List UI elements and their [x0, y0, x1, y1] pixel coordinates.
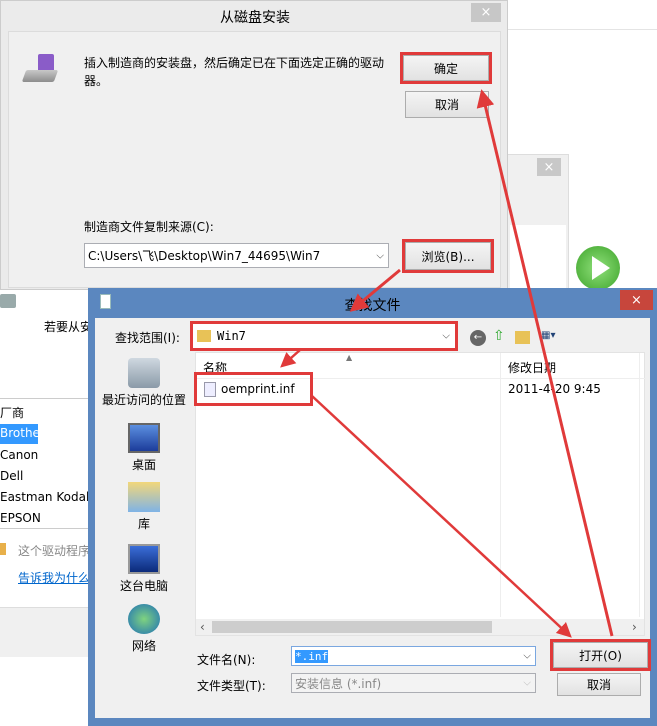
- dialog-title: 从磁盘安装: [220, 10, 290, 26]
- browse-button[interactable]: 浏览(B)...: [402, 239, 494, 273]
- chevron-down-icon: ⌵: [442, 330, 450, 342]
- look-in-value: Win7: [217, 329, 246, 343]
- cancel-button[interactable]: 取消: [405, 91, 489, 118]
- look-in-combo[interactable]: Win7 ⌵: [190, 321, 458, 351]
- file-list[interactable]: 名称 ▲ 修改日期 oemprint.inf 2011-4-20 9:45 ‹ …: [194, 352, 646, 636]
- why-link[interactable]: 告诉我为什么: [18, 569, 90, 586]
- find-file-dialog: 查找文件 × 查找范围(I): Win7 ⌵ ← ⇧ ▦▾ 最近访问的位置 桌面…: [88, 288, 657, 726]
- instruction-text: 若要从安: [44, 320, 93, 334]
- look-in-label: 查找范围(I):: [115, 331, 180, 345]
- place-this-pc[interactable]: 这台电脑: [97, 544, 191, 594]
- libraries-icon: [128, 482, 160, 512]
- up-folder-icon[interactable]: ⇧: [493, 328, 509, 346]
- manufacturer-item[interactable]: Eastman Kodak: [0, 490, 93, 504]
- place-desktop[interactable]: 桌面: [97, 423, 191, 473]
- close-button[interactable]: ×: [620, 290, 653, 310]
- manufacturer-item[interactable]: Canon: [0, 448, 38, 462]
- computer-icon: [128, 544, 160, 574]
- install-from-disk-dialog: 从磁盘安装 × 插入制造商的安装盘，然后确定已在下面选定正确的驱动器。 确定 取…: [0, 0, 508, 290]
- inf-file-icon: [204, 381, 216, 397]
- cancel-button[interactable]: 取消: [557, 673, 641, 696]
- filetype-select[interactable]: 安装信息 (*.inf) ⌵: [291, 673, 536, 693]
- view-menu-icon[interactable]: ▦▾: [541, 330, 563, 344]
- place-libraries[interactable]: 库: [97, 482, 191, 532]
- network-icon: [128, 604, 160, 634]
- chevron-down-icon: ⌵: [523, 650, 531, 662]
- chevron-down-icon: ⌵: [376, 250, 384, 261]
- chevron-down-icon: ⌵: [523, 677, 531, 689]
- scrollbar-thumb[interactable]: [212, 621, 492, 633]
- desktop-icon: [128, 423, 160, 453]
- instruction-message: 插入制造商的安装盘，然后确定已在下面选定正确的驱动器。: [84, 56, 385, 88]
- filetype-label: 文件类型(T):: [197, 679, 266, 693]
- source-label: 制造商文件复制来源(C):: [84, 220, 214, 234]
- column-header-name[interactable]: 名称: [203, 359, 227, 376]
- place-label: 网络: [131, 639, 156, 653]
- printer-icon: [0, 294, 16, 308]
- disk-drive-icon: [21, 54, 59, 86]
- background-dialog: ×: [505, 154, 569, 291]
- source-path-combo[interactable]: C:\Users\飞\Desktop\Win7_44695\Win7 ⌵: [84, 243, 389, 268]
- place-label: 这台电脑: [119, 579, 168, 593]
- ok-button[interactable]: 确定: [400, 52, 492, 84]
- close-icon[interactable]: ×: [537, 158, 561, 176]
- back-icon[interactable]: ←: [470, 330, 486, 346]
- recent-places-icon: [128, 358, 160, 388]
- notice-text: 这个驱动程序: [18, 544, 91, 558]
- file-name: oemprint.inf: [221, 382, 295, 396]
- source-path-value: C:\Users\飞\Desktop\Win7_44695\Win7: [88, 249, 321, 263]
- dialog-title: 查找文件: [344, 298, 401, 314]
- manufacturer-item[interactable]: Brother: [0, 424, 45, 444]
- close-button[interactable]: ×: [471, 3, 501, 22]
- file-modified: 2011-4-20 9:45: [508, 382, 601, 396]
- background-wizard: 若要从安 厂商 Brother Canon Dell Eastman Kodak…: [0, 290, 93, 660]
- place-label: 最近访问的位置: [101, 393, 186, 407]
- manufacturer-item[interactable]: EPSON: [0, 511, 41, 525]
- place-recent[interactable]: 最近访问的位置: [97, 358, 191, 408]
- play-icon: [576, 246, 620, 290]
- open-button[interactable]: 打开(O): [550, 639, 651, 671]
- filename-value: *.inf: [295, 649, 329, 663]
- list-header: 厂商: [0, 406, 25, 420]
- new-folder-icon[interactable]: [515, 331, 530, 344]
- filetype-value: 安装信息 (*.inf): [295, 676, 382, 691]
- shield-icon: [0, 543, 6, 555]
- horizontal-scrollbar[interactable]: ‹ ›: [196, 619, 644, 635]
- sort-ascending-icon: ▲: [346, 353, 353, 362]
- scroll-right-icon[interactable]: ›: [632, 620, 637, 634]
- place-network[interactable]: 网络: [97, 604, 191, 654]
- manufacturer-item[interactable]: Dell: [0, 469, 23, 483]
- folder-icon: [197, 330, 211, 342]
- file-row[interactable]: oemprint.inf: [194, 372, 313, 406]
- place-label: 库: [137, 517, 150, 531]
- filename-input[interactable]: *.inf ⌵: [291, 646, 536, 666]
- column-header-modified[interactable]: 修改日期: [508, 359, 556, 376]
- place-label: 桌面: [131, 458, 156, 472]
- filename-label: 文件名(N):: [197, 653, 256, 667]
- scroll-left-icon[interactable]: ‹: [200, 620, 205, 634]
